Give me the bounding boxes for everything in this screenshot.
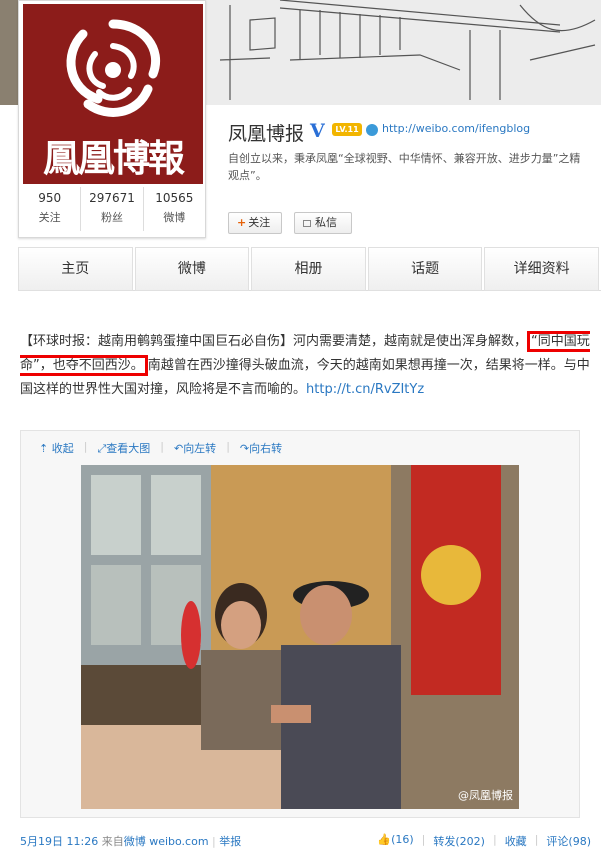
- rotate-left-label: 向左转: [183, 442, 217, 455]
- avatar[interactable]: 鳳凰博報: [23, 4, 203, 184]
- stat-following-count: 950: [38, 191, 62, 205]
- stat-followers[interactable]: 297671 粉丝: [81, 187, 144, 231]
- verified-icon[interactable]: V: [310, 120, 325, 142]
- rotate-right-button[interactable]: ↷向右转: [240, 440, 282, 456]
- profile-bio: 自创立以来，秉承凤凰“全球视野、中华情怀、兼容开放、进步力量”之精 观点”。: [228, 150, 601, 184]
- stats-bar: 950 关注 297671 粉丝 10565 微博: [19, 187, 205, 231]
- like-button[interactable]: 👍(16): [377, 833, 413, 849]
- profile-url-link[interactable]: http://weibo.com/ifengblog: [382, 122, 530, 135]
- level-badge[interactable]: LV.11: [332, 123, 362, 136]
- report-link[interactable]: 举报: [219, 835, 241, 848]
- stat-posts[interactable]: 10565 微博: [144, 187, 205, 231]
- tab-album[interactable]: 相册: [251, 247, 366, 291]
- bio-line-1: 自创立以来，秉承凤凰“全球视野、中华情怀、兼容开放、进步力量”之精: [228, 152, 581, 165]
- divider: |: [212, 835, 216, 848]
- tab-home[interactable]: 主页: [18, 247, 133, 291]
- message-button-label: 私信: [315, 216, 337, 229]
- divider: |: [421, 833, 426, 846]
- divider: |: [83, 440, 88, 453]
- divider: |: [226, 440, 230, 453]
- collapse-label: 收起: [51, 442, 74, 455]
- post-actions: 👍(16) | 转发(202) | 收藏 | 评论(98): [377, 833, 591, 849]
- view-large-label: 查看大图: [106, 442, 151, 455]
- logo-text: 鳳凰博報: [43, 136, 185, 180]
- message-button[interactable]: 私信: [294, 212, 352, 234]
- banner-left-photo: [0, 0, 18, 105]
- follow-button-label: 关注: [248, 216, 271, 229]
- follow-button[interactable]: + 关注: [228, 212, 282, 234]
- bio-line-2: 观点”。: [228, 169, 267, 182]
- stat-following-label: 关注: [38, 211, 61, 224]
- post-text-part1: 【环球时报：越南用鹌鹑蛋撞中国巨石必自伤】河内需要清楚，越南就是使出浑身解数，: [20, 334, 528, 349]
- media-box: ⇡ 收起 | ⤢查看大图 | ↶向左转 | ↷向右转 @凤凰博报: [20, 430, 580, 818]
- post-link[interactable]: http://t.cn/RvZItYz: [306, 382, 424, 397]
- view-large-button[interactable]: ⤢查看大图: [97, 440, 150, 456]
- divider: |: [492, 833, 497, 846]
- stat-posts-count: 10565: [155, 191, 194, 205]
- divider: |: [160, 440, 164, 453]
- comment-button[interactable]: 评论(98): [546, 833, 591, 849]
- favorite-button[interactable]: 收藏: [505, 833, 527, 849]
- stat-following[interactable]: 950 关注: [19, 187, 82, 231]
- stat-posts-label: 微博: [163, 211, 186, 224]
- link-icon: [366, 124, 378, 136]
- profile-tabs: 主页 微博 相册 话题 详细资料: [18, 247, 601, 291]
- post-text: 【环球时报：越南用鹌鹑蛋撞中国巨石必自伤】河内需要清楚，越南就是使出浑身解数， “…: [20, 330, 590, 402]
- post-photo[interactable]: @凤凰博报: [81, 465, 519, 809]
- collapse-button[interactable]: ⇡ 收起: [39, 440, 74, 456]
- post-date-link[interactable]: 5月19日 11:26: [20, 835, 98, 848]
- tab-weibo[interactable]: 微博: [134, 247, 250, 291]
- photo-scene: [81, 465, 519, 809]
- media-actions: ⇡ 收起 | ⤢查看大图 | ↶向左转 | ↷向右转: [39, 440, 282, 456]
- tab-topics[interactable]: 话题: [367, 247, 483, 291]
- source-prefix: 来自: [101, 835, 124, 848]
- rotate-left-button[interactable]: ↶向左转: [174, 440, 216, 456]
- stat-followers-label: 粉丝: [100, 211, 123, 224]
- like-count: (16): [391, 833, 414, 846]
- divider: |: [534, 833, 539, 846]
- source-link[interactable]: 微博 weibo.com: [124, 835, 209, 848]
- tab-details[interactable]: 详细资料: [484, 247, 599, 291]
- photo-watermark: @凤凰博报: [458, 789, 513, 802]
- message-icon: [303, 219, 311, 227]
- profile-name: 凤凰博报: [228, 123, 305, 145]
- repost-button[interactable]: 转发(202): [433, 833, 485, 849]
- profile-card: 鳳凰博報 950 关注 297671 粉丝 10565 微博: [18, 0, 206, 238]
- rotate-right-label: 向右转: [249, 442, 283, 455]
- stat-followers-count: 297671: [89, 191, 135, 205]
- plus-icon: +: [237, 216, 247, 229]
